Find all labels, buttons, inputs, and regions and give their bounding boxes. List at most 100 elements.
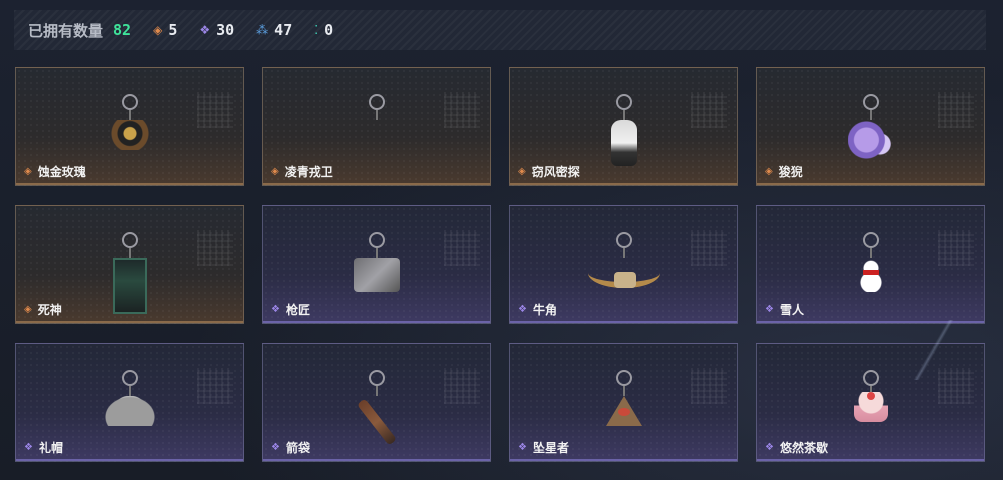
charm-image bbox=[859, 232, 882, 292]
rarity-bar bbox=[263, 321, 490, 323]
charm-grid: ◈ 蚀金玫瑰 ◈ 凌青戎卫 ◈ 窃风密探 ◈ 狻猊 ◈ 死神 ❖ 枪匠 ❖ 牛角 ❖ 雪人 ❖ 礼帽 ❖ 箭袋 ❖ 坠星者… bbox=[15, 67, 985, 462]
chain-link bbox=[869, 248, 872, 258]
charm-body bbox=[859, 258, 882, 292]
charm-card[interactable]: ❖ 礼帽 bbox=[15, 343, 244, 462]
charm-card[interactable]: ❖ 枪匠 bbox=[262, 205, 491, 324]
charm-label: ❖ 牛角 bbox=[518, 301, 557, 318]
charm-label: ❖ 雪人 bbox=[765, 301, 804, 318]
card-pattern-decoration bbox=[691, 368, 727, 404]
chain-link bbox=[869, 110, 872, 120]
charm-card[interactable]: ❖ 箭袋 bbox=[262, 343, 491, 462]
rarity-bar bbox=[263, 459, 490, 461]
charm-label: ❖ 枪匠 bbox=[271, 301, 310, 318]
charm-label: ◈ 死神 bbox=[24, 301, 62, 318]
charm-label: ◈ 蚀金玫瑰 bbox=[24, 163, 86, 180]
keyring-icon bbox=[615, 370, 632, 386]
rarity-bar bbox=[16, 459, 243, 461]
charm-image bbox=[847, 94, 894, 160]
purple-rarity-icon: ❖ bbox=[765, 304, 774, 315]
rarity-bar bbox=[16, 183, 243, 185]
chain-link bbox=[128, 248, 131, 258]
purple-rarity-icon: ❖ bbox=[518, 442, 527, 453]
keyring-icon bbox=[862, 232, 879, 248]
rarity-bar bbox=[757, 321, 984, 323]
card-pattern-decoration bbox=[691, 92, 727, 128]
rarity-bar bbox=[757, 459, 984, 461]
charm-body bbox=[587, 258, 660, 288]
charm-card[interactable]: ❖ 悠然茶歇 bbox=[756, 343, 985, 462]
charm-card[interactable]: ◈ 蚀金玫瑰 bbox=[15, 67, 244, 186]
card-pattern-decoration bbox=[938, 92, 974, 128]
charm-name: 死神 bbox=[37, 303, 62, 317]
charm-card[interactable]: ◈ 狻猊 bbox=[756, 67, 985, 186]
chain-link bbox=[128, 386, 131, 396]
card-pattern-decoration bbox=[938, 368, 974, 404]
stat-orange-diamond: ◈ 5 bbox=[153, 21, 177, 39]
orange-rarity-icon: ◈ bbox=[271, 166, 279, 177]
charm-name: 枪匠 bbox=[285, 303, 310, 317]
charm-name: 凌青戎卫 bbox=[284, 165, 333, 179]
charm-image bbox=[103, 370, 156, 426]
teal-dots-icon: ⁚ bbox=[314, 23, 319, 37]
charm-body bbox=[110, 120, 149, 150]
orange-rarity-icon: ◈ bbox=[24, 304, 32, 315]
stat-value: 0 bbox=[324, 21, 334, 39]
charm-image bbox=[610, 94, 637, 166]
keyring-icon bbox=[862, 370, 879, 386]
card-pattern-decoration bbox=[197, 368, 233, 404]
charm-label: ❖ 箭袋 bbox=[271, 439, 310, 456]
owned-count-label: 已拥有数量 bbox=[28, 21, 104, 40]
purple-rarity-icon: ❖ bbox=[271, 442, 280, 453]
charm-card[interactable]: ❖ 坠星者 bbox=[509, 343, 738, 462]
charm-card[interactable]: ❖ 牛角 bbox=[509, 205, 738, 324]
rarity-bar bbox=[263, 183, 490, 185]
orange-rarity-icon: ◈ bbox=[518, 166, 526, 177]
purple-rarity-icon: ❖ bbox=[271, 304, 280, 315]
charm-body bbox=[605, 396, 642, 426]
rarity-bar bbox=[510, 459, 737, 461]
rarity-bar bbox=[510, 183, 737, 185]
charm-card[interactable]: ◈ 死神 bbox=[15, 205, 244, 324]
charm-name: 蚀金玫瑰 bbox=[37, 165, 86, 179]
stat-blue-cluster: ⁂ 47 bbox=[256, 21, 292, 39]
charm-label: ◈ 狻猊 bbox=[765, 163, 803, 180]
charm-card[interactable]: ◈ 窃风密探 bbox=[509, 67, 738, 186]
charm-body bbox=[847, 120, 894, 160]
charm-label: ❖ 悠然茶歇 bbox=[765, 439, 828, 456]
charm-name: 箭袋 bbox=[285, 441, 310, 455]
charm-image bbox=[112, 232, 147, 314]
orange-rarity-icon: ◈ bbox=[24, 166, 32, 177]
charm-body bbox=[372, 120, 382, 130]
charm-name: 悠然茶歇 bbox=[779, 441, 828, 455]
charm-body bbox=[853, 392, 888, 422]
keyring-icon bbox=[615, 232, 632, 248]
purple-rarity-icon: ❖ bbox=[24, 442, 33, 453]
keyring-icon bbox=[121, 370, 138, 386]
chain-link bbox=[375, 386, 378, 396]
keyring-icon bbox=[121, 232, 138, 248]
card-pattern-decoration bbox=[444, 368, 480, 404]
stat-value: 47 bbox=[274, 21, 293, 39]
charm-image bbox=[853, 370, 888, 422]
chain-link bbox=[375, 248, 378, 258]
charm-name: 狻猊 bbox=[778, 165, 803, 179]
orange-rarity-icon: ◈ bbox=[765, 166, 773, 177]
charm-name: 雪人 bbox=[779, 303, 804, 317]
keyring-icon bbox=[368, 232, 385, 248]
charm-image bbox=[110, 94, 149, 150]
charm-card[interactable]: ❖ 雪人 bbox=[756, 205, 985, 324]
owned-count-value: 82 bbox=[113, 21, 132, 39]
charm-name: 礼帽 bbox=[38, 441, 63, 455]
blue-cluster-icon: ⁂ bbox=[256, 23, 269, 37]
keyring-icon bbox=[368, 94, 385, 110]
charm-label: ◈ 凌青戎卫 bbox=[271, 163, 333, 180]
charm-body bbox=[610, 120, 637, 166]
charm-image bbox=[605, 370, 642, 426]
card-pattern-decoration bbox=[938, 230, 974, 266]
keyring-icon bbox=[121, 94, 138, 110]
charm-card[interactable]: ◈ 凌青戎卫 bbox=[262, 67, 491, 186]
charm-image bbox=[587, 232, 660, 288]
charm-body bbox=[353, 258, 400, 292]
chain-link bbox=[375, 110, 378, 120]
card-pattern-decoration bbox=[197, 92, 233, 128]
